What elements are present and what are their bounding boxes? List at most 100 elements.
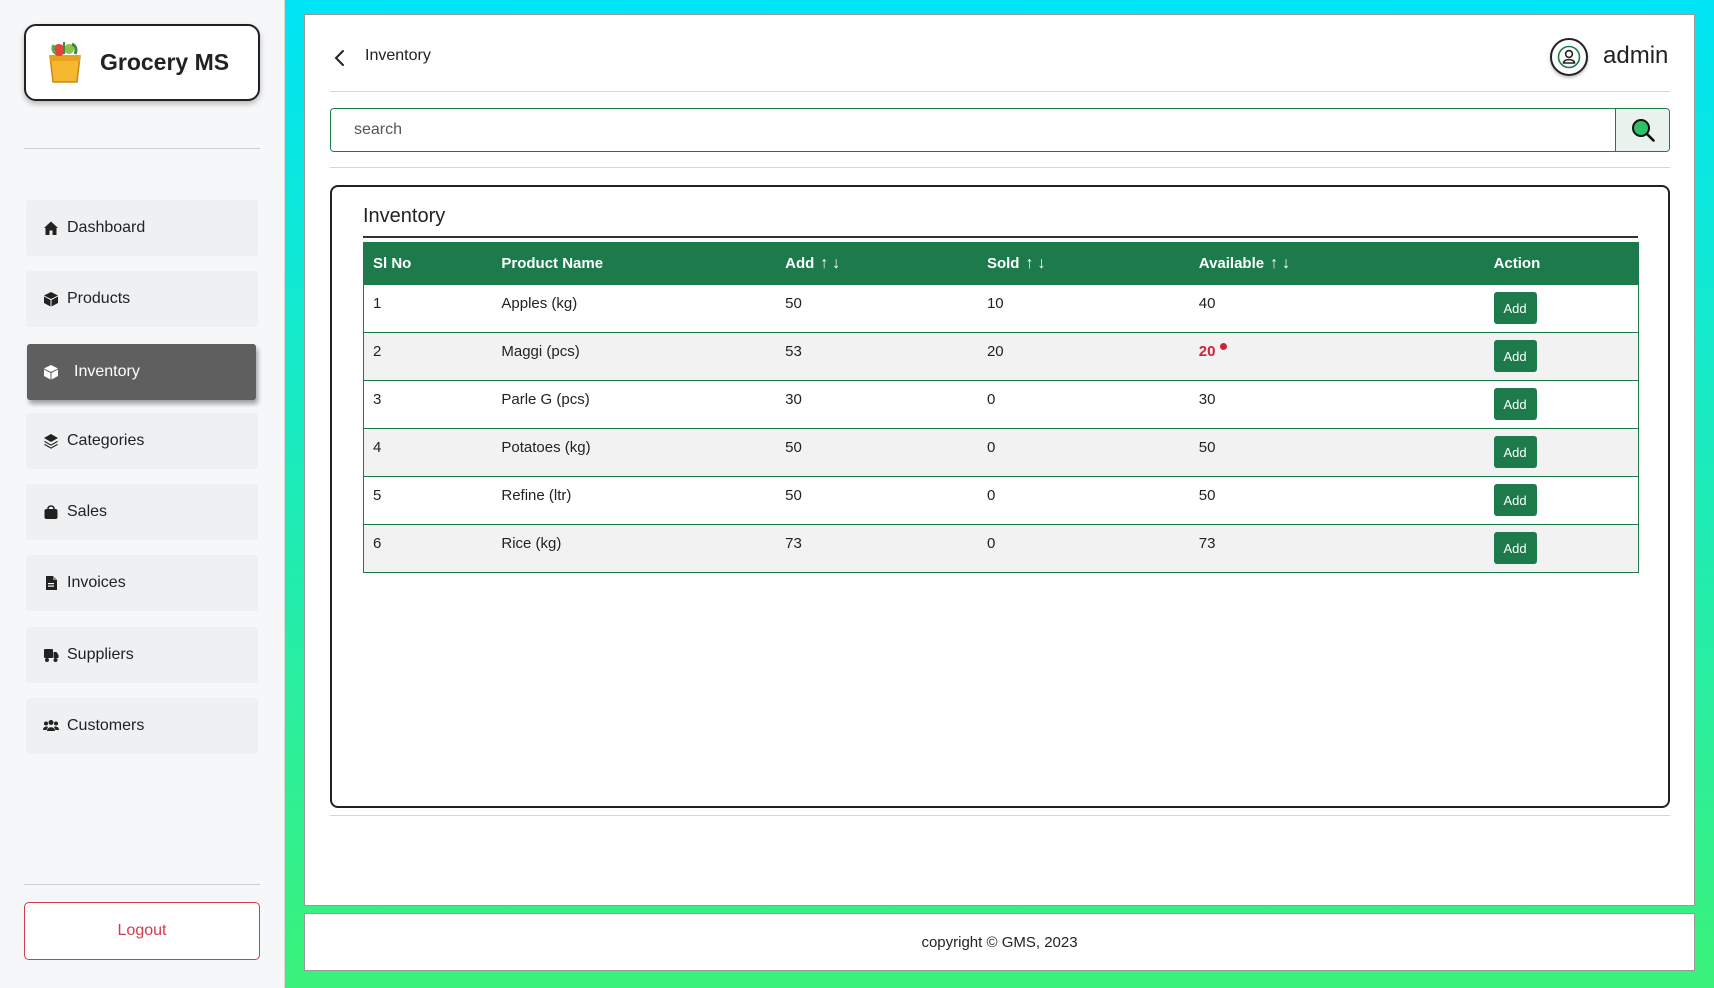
sort-arrows-icon[interactable]: ↑↓: [1025, 255, 1049, 272]
title-underline: [363, 236, 1638, 238]
cell-add: 53: [776, 332, 978, 381]
sidebar-item-categories[interactable]: Categories: [26, 413, 258, 469]
header-divider: [330, 91, 1670, 92]
cell-available: 50: [1189, 476, 1485, 525]
sidebar-item-label: Categories: [67, 432, 145, 449]
sidebar-item-label: Customers: [67, 717, 145, 734]
brand-name: Grocery MS: [100, 49, 230, 75]
sidebar-item-suppliers[interactable]: Suppliers: [26, 627, 258, 683]
cell-available: 20: [1189, 332, 1485, 381]
content-divider: [330, 815, 1670, 816]
users-icon: [43, 720, 59, 731]
sidebar: Grocery MS Dashboard Products Inventory …: [0, 0, 285, 988]
cell-action: Add: [1484, 428, 1639, 477]
sidebar-item-sales[interactable]: Sales: [26, 484, 258, 540]
sidebar-item-label: Dashboard: [67, 219, 146, 236]
table-row: 6 Rice (kg) 73 0 73 Add: [363, 524, 1639, 573]
add-stock-button[interactable]: Add: [1493, 292, 1537, 324]
sidebar-divider: [24, 884, 260, 885]
column-header-available[interactable]: Available ↑↓: [1189, 242, 1485, 285]
cell-sold: 20: [977, 332, 1190, 381]
search-bar: [330, 108, 1670, 152]
sidebar-item-products[interactable]: Products: [26, 271, 258, 327]
cell-add: 50: [776, 284, 978, 333]
cell-add: 73: [776, 524, 978, 573]
sidebar-item-label: Sales: [67, 503, 108, 520]
sidebar-divider: [24, 148, 260, 149]
table-row: 1 Apples (kg) 50 10 40 Add: [363, 284, 1639, 333]
user-avatar[interactable]: [1550, 38, 1588, 76]
table-header-row: Sl No Product Name Add ↑↓ Sold ↑↓ Availabl…: [363, 242, 1639, 285]
cell-sl-no: 6: [363, 524, 493, 573]
cell-product-name: Refine (ltr): [492, 476, 777, 525]
layers-icon: [44, 434, 58, 449]
sidebar-item-dashboard[interactable]: Dashboard: [26, 200, 258, 256]
table-row: 4 Potatoes (kg) 50 0 50 Add: [363, 428, 1639, 477]
low-stock-indicator: [1220, 343, 1228, 350]
column-header-add[interactable]: Add ↑↓: [776, 242, 978, 285]
box-icon: [44, 365, 58, 380]
sidebar-item-inventory[interactable]: Inventory: [27, 344, 256, 400]
cell-sold: 0: [977, 524, 1190, 573]
add-stock-button[interactable]: Add: [1493, 484, 1537, 516]
sidebar-item-label: Invoices: [67, 574, 126, 591]
table-row: 3 Parle G (pcs) 30 0 30 Add: [363, 380, 1639, 429]
add-stock-button[interactable]: Add: [1493, 532, 1537, 564]
column-header-label: Add: [785, 254, 815, 272]
sort-arrows-icon[interactable]: ↑↓: [1270, 255, 1294, 272]
column-header-label: Sold: [986, 254, 1020, 272]
low-stock-value: 20: [1198, 343, 1216, 360]
sidebar-item-label: Inventory: [74, 363, 140, 380]
cell-action: Add: [1484, 380, 1639, 429]
add-stock-button[interactable]: Add: [1493, 388, 1537, 420]
search-input[interactable]: [331, 109, 1616, 151]
cell-add: 30: [776, 380, 978, 429]
bag-icon: [44, 505, 58, 519]
inventory-table: Sl No Product Name Add ↑↓ Sold ↑↓ Availabl…: [363, 242, 1639, 573]
search-button[interactable]: [1615, 109, 1669, 151]
column-header-label: Available: [1198, 254, 1265, 272]
cell-action: Add: [1484, 332, 1639, 381]
cell-product-name: Apples (kg): [492, 284, 777, 333]
cell-sl-no: 4: [363, 428, 493, 477]
sidebar-item-label: Suppliers: [67, 646, 134, 663]
cell-product-name: Rice (kg): [492, 524, 777, 573]
brand-logo-card[interactable]: Grocery MS: [24, 24, 260, 101]
column-header-sold[interactable]: Sold ↑↓: [977, 242, 1190, 285]
truck-icon: [44, 649, 59, 662]
table-row: 2 Maggi (pcs) 53 20 20 Add: [363, 332, 1639, 381]
cell-sl-no: 1: [363, 284, 493, 333]
grocery-bag-icon: [49, 41, 81, 83]
copyright-text: copyright © GMS, 2023: [921, 933, 1078, 951]
cell-available: 40: [1189, 284, 1485, 333]
page-title: Inventory: [365, 47, 431, 64]
add-stock-button[interactable]: Add: [1493, 436, 1537, 468]
cell-action: Add: [1484, 476, 1639, 525]
column-header-sl-no: Sl No: [363, 242, 493, 285]
cell-sold: 0: [977, 476, 1190, 525]
footer: copyright © GMS, 2023: [304, 913, 1695, 971]
sidebar-item-customers[interactable]: Customers: [26, 698, 258, 754]
search-icon: [1631, 119, 1655, 142]
user-icon: [1557, 45, 1581, 69]
box-icon: [44, 292, 58, 307]
cell-action: Add: [1484, 284, 1639, 333]
cell-product-name: Potatoes (kg): [492, 428, 777, 477]
user-name: admin: [1603, 42, 1669, 69]
inventory-card: Inventory Sl No Product Name Add ↑↓ Sold ↑…: [330, 185, 1670, 808]
cell-add: 50: [776, 428, 978, 477]
logout-button[interactable]: Logout: [24, 902, 260, 960]
cell-action: Add: [1484, 524, 1639, 573]
cell-product-name: Maggi (pcs): [492, 332, 777, 381]
column-header-action: Action: [1484, 242, 1639, 285]
sidebar-item-label: Products: [67, 290, 131, 307]
add-stock-button[interactable]: Add: [1493, 340, 1537, 372]
cell-available: 30: [1189, 380, 1485, 429]
sidebar-item-invoices[interactable]: Invoices: [26, 555, 258, 611]
table-row: 5 Refine (ltr) 50 0 50 Add: [363, 476, 1639, 525]
cell-sl-no: 3: [363, 380, 493, 429]
sort-arrows-icon[interactable]: ↑↓: [820, 255, 844, 272]
cell-sold: 0: [977, 380, 1190, 429]
back-arrow-icon[interactable]: [330, 46, 350, 70]
column-header-product-name: Product Name: [492, 242, 777, 285]
